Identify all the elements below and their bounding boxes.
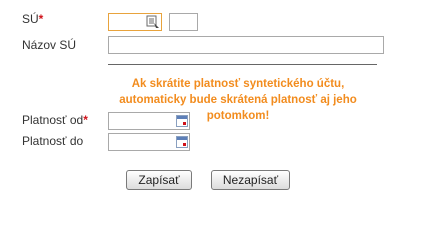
su-label: SÚ* [22, 12, 43, 26]
su-label-text: SÚ [22, 12, 39, 26]
platnost-do-label: Platnosť do [22, 134, 84, 148]
divider [108, 64, 377, 65]
required-mark: * [83, 113, 88, 127]
calendar-icon[interactable] [176, 136, 188, 148]
su-code-input[interactable] [169, 13, 198, 31]
calendar-icon[interactable] [176, 115, 188, 127]
nazov-su-input[interactable] [108, 36, 384, 54]
cancel-button[interactable]: Nezapísať [211, 170, 290, 190]
platnost-od-label-text: Platnosť od [22, 113, 84, 127]
required-mark: * [38, 12, 44, 26]
platnost-od-label: Platnosť od* [22, 113, 88, 127]
nazov-su-label: Názov SÚ [22, 38, 77, 52]
save-button[interactable]: Zapísať [126, 170, 192, 190]
lookup-icon[interactable] [146, 15, 160, 29]
